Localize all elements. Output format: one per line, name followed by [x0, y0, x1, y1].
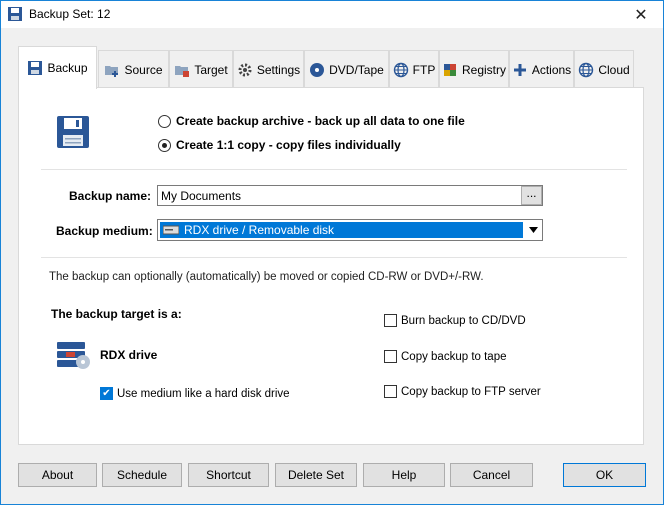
tab-dvd-tape[interactable]: DVD/Tape — [304, 50, 389, 88]
cancel-button[interactable]: Cancel — [450, 463, 533, 487]
divider — [41, 169, 627, 170]
radio-copy[interactable]: Create 1:1 copy - copy files individuall… — [158, 138, 401, 152]
about-label: About — [41, 468, 74, 482]
help-label: Help — [391, 468, 417, 482]
chevron-down-icon — [529, 227, 538, 233]
about-button[interactable]: About — [18, 463, 97, 487]
disc-icon — [310, 62, 325, 77]
info-text: The backup can optionally (automatically… — [49, 271, 484, 283]
globe-icon — [393, 62, 408, 77]
radio-copy-label: Create 1:1 copy - copy files individuall… — [176, 138, 401, 152]
floppy-icon — [57, 116, 89, 148]
help-button[interactable]: Help — [363, 463, 445, 487]
tab-label: Actions — [531, 62, 572, 77]
burn-checkbox[interactable]: Burn backup to CD/DVD — [384, 314, 526, 327]
checkbox[interactable] — [384, 385, 397, 398]
radio-archive[interactable]: Create backup archive - back up all data… — [158, 114, 465, 128]
ok-button[interactable]: OK — [563, 463, 646, 487]
divider — [41, 257, 627, 258]
checkbox[interactable]: ✔ — [100, 387, 113, 400]
backup-set-window: Backup Set: 12 ✕ Backup Source Target Se… — [0, 0, 664, 505]
tab-strip: Backup Source Target Settings DVD/Tape F… — [18, 46, 644, 89]
tab-target[interactable]: Target — [169, 50, 233, 88]
title-bar: Backup Set: 12 ✕ — [1, 1, 663, 28]
radio-button[interactable] — [158, 114, 171, 128]
tab-label: FTP — [412, 62, 436, 77]
tab-ftp[interactable]: FTP — [389, 50, 439, 88]
tab-label: DVD/Tape — [329, 62, 384, 77]
globe-icon — [579, 62, 594, 77]
ok-label: OK — [595, 468, 614, 482]
close-button[interactable]: ✕ — [619, 1, 663, 28]
tab-cloud[interactable]: Cloud — [574, 50, 634, 88]
tape-label: Copy backup to tape — [401, 350, 507, 363]
target-heading: The backup target is a: — [51, 307, 182, 321]
tab-label: Target — [194, 62, 228, 77]
ftp-label: Copy backup to FTP server — [401, 385, 541, 398]
shortcut-button[interactable]: Shortcut — [188, 463, 269, 487]
backup-medium-label: Backup medium: — [56, 224, 153, 238]
backup-name-label: Backup name: — [69, 189, 152, 203]
burn-label: Burn backup to CD/DVD — [401, 314, 526, 327]
floppy-icon — [8, 7, 22, 21]
tab-settings[interactable]: Settings — [233, 50, 304, 88]
close-icon: ✕ — [634, 6, 648, 24]
checkbox[interactable] — [384, 314, 397, 327]
schedule-button[interactable]: Schedule — [102, 463, 182, 487]
tab-label: Cloud — [598, 62, 630, 77]
plus-icon — [513, 63, 526, 76]
browse-label: ... — [526, 186, 537, 200]
use-as-hdd-label: Use medium like a hard disk drive — [117, 387, 290, 400]
tab-label: Settings — [256, 62, 301, 77]
backup-name-input[interactable]: My Documents — [157, 185, 543, 206]
radio-archive-label: Create backup archive - back up all data… — [176, 114, 465, 128]
tab-registry[interactable]: Registry — [439, 50, 509, 88]
gear-icon — [238, 63, 252, 76]
tab-backup[interactable]: Backup — [18, 46, 97, 89]
tab-label: Source — [124, 62, 163, 77]
rdx-drive-icon — [57, 342, 90, 369]
folder-add-icon — [105, 65, 119, 77]
ftp-checkbox[interactable]: Copy backup to FTP server — [384, 385, 541, 398]
backup-medium-value: RDX drive / Removable disk — [184, 223, 335, 237]
schedule-label: Schedule — [116, 468, 168, 482]
floppy-icon — [28, 61, 43, 75]
radio-button[interactable] — [158, 138, 171, 152]
window-title: Backup Set: 12 — [29, 7, 111, 21]
tab-label: Backup — [47, 61, 88, 75]
backup-name-value: My Documents — [161, 189, 242, 203]
tape-checkbox[interactable]: Copy backup to tape — [384, 350, 507, 363]
registry-icon — [443, 63, 456, 76]
cancel-label: Cancel — [472, 468, 511, 482]
tab-label: Registry — [461, 62, 506, 77]
use-as-hdd-checkbox[interactable]: ✔ Use medium like a hard disk drive — [100, 387, 290, 400]
tab-source[interactable]: Source — [98, 50, 169, 88]
dropdown-arrow[interactable] — [525, 220, 542, 240]
delete-set-button[interactable]: Delete Set — [275, 463, 357, 487]
shortcut-label: Shortcut — [206, 468, 251, 482]
delete-set-label: Delete Set — [287, 468, 345, 482]
tab-actions[interactable]: Actions — [509, 50, 574, 88]
browse-button[interactable]: ... — [521, 186, 542, 205]
folder-target-icon — [175, 65, 190, 77]
checkbox[interactable] — [384, 350, 397, 363]
device-label: RDX drive — [100, 348, 158, 362]
drive-icon — [163, 225, 179, 235]
backup-medium-select[interactable]: RDX drive / Removable disk — [157, 219, 543, 241]
backup-medium-selected: RDX drive / Removable disk — [160, 222, 523, 238]
